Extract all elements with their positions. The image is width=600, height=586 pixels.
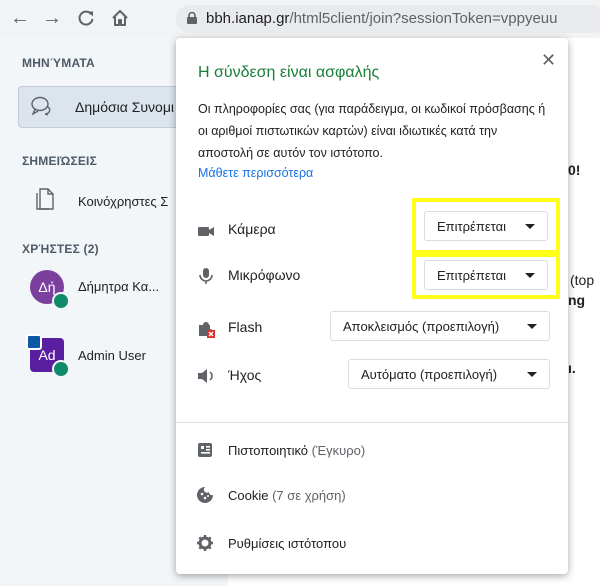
divider	[176, 422, 568, 423]
background-text: 0!	[568, 162, 581, 178]
flash-label: Flash	[228, 319, 263, 335]
back-arrow-icon[interactable]: ←	[8, 6, 32, 30]
presenter-icon	[26, 334, 42, 350]
background-text: ng	[568, 292, 586, 308]
cookie-item[interactable]: Cookie (7 σε χρήση)	[228, 488, 346, 503]
browser-toolbar: ← → bbh.ianap.gr/html5client/join?sessio…	[0, 0, 600, 38]
url-text: bbh.ianap.gr/html5client/join?sessionTok…	[206, 10, 558, 27]
user-name[interactable]: Admin User	[78, 348, 146, 363]
background-text: (top	[570, 272, 595, 288]
learn-more-link[interactable]: Μάθετε περισσότερα	[198, 166, 313, 180]
public-chat-label: Δημόσια Συνομι	[75, 99, 174, 115]
site-info-popup: ✕ Η σύνδεση είναι ασφαλής Οι πληροφορίες…	[176, 38, 568, 574]
certificate-item[interactable]: Πιστοποιητικό (Έγκυρο)	[228, 443, 365, 458]
address-bar[interactable]: bbh.ianap.gr/html5client/join?sessionTok…	[176, 5, 600, 33]
shared-notes-icon[interactable]	[36, 188, 54, 210]
notes-section-title: ΣΗΜΕΙΏΣΕΙΣ	[22, 154, 97, 168]
chevron-down-icon	[527, 372, 537, 377]
chat-bubble-icon	[31, 96, 51, 116]
mic-status-icon	[52, 360, 70, 378]
background-text: ı.	[568, 360, 576, 376]
flash-blocked-icon	[199, 322, 215, 338]
camera-label: Κάμερα	[228, 221, 276, 237]
connection-description: Οι πληροφορίες σας (για παράδειγμα, οι κ…	[198, 102, 546, 160]
highlight-box	[412, 198, 560, 254]
certificate-icon	[198, 443, 212, 457]
highlight-box	[412, 253, 560, 299]
reload-icon[interactable]	[74, 6, 98, 30]
mic-status-icon	[52, 292, 70, 310]
messages-section-title: ΜΗΝΎΜΑΤΑ	[22, 56, 95, 70]
sound-icon	[198, 369, 213, 383]
forward-arrow-icon[interactable]: →	[40, 6, 64, 30]
chevron-down-icon	[527, 324, 537, 329]
site-settings-item[interactable]: Ρυθμίσεις ιστότοπου	[228, 536, 346, 551]
camera-icon	[198, 227, 214, 236]
gear-icon	[197, 535, 213, 551]
close-icon[interactable]: ✕	[541, 50, 556, 71]
lock-icon[interactable]	[186, 12, 198, 24]
users-section-title: ΧΡΉΣΤΕΣ (2)	[22, 242, 99, 256]
connection-secure-title: Η σύνδεση είναι ασφαλής	[198, 64, 380, 81]
home-icon[interactable]	[108, 6, 132, 30]
flash-permission-select[interactable]: Αποκλεισμός (προεπιλογή)	[330, 311, 550, 341]
sound-label: Ήχος	[228, 367, 262, 383]
cookie-icon	[197, 487, 213, 503]
user-name[interactable]: Δήμητρα Κα...	[78, 279, 159, 294]
microphone-label: Μικρόφωνο	[228, 267, 301, 283]
shared-notes-label[interactable]: Κοινόχρηστες Σ	[78, 194, 168, 209]
microphone-icon	[199, 268, 213, 284]
sound-permission-select[interactable]: Αυτόματο (προεπιλογή)	[348, 359, 550, 389]
